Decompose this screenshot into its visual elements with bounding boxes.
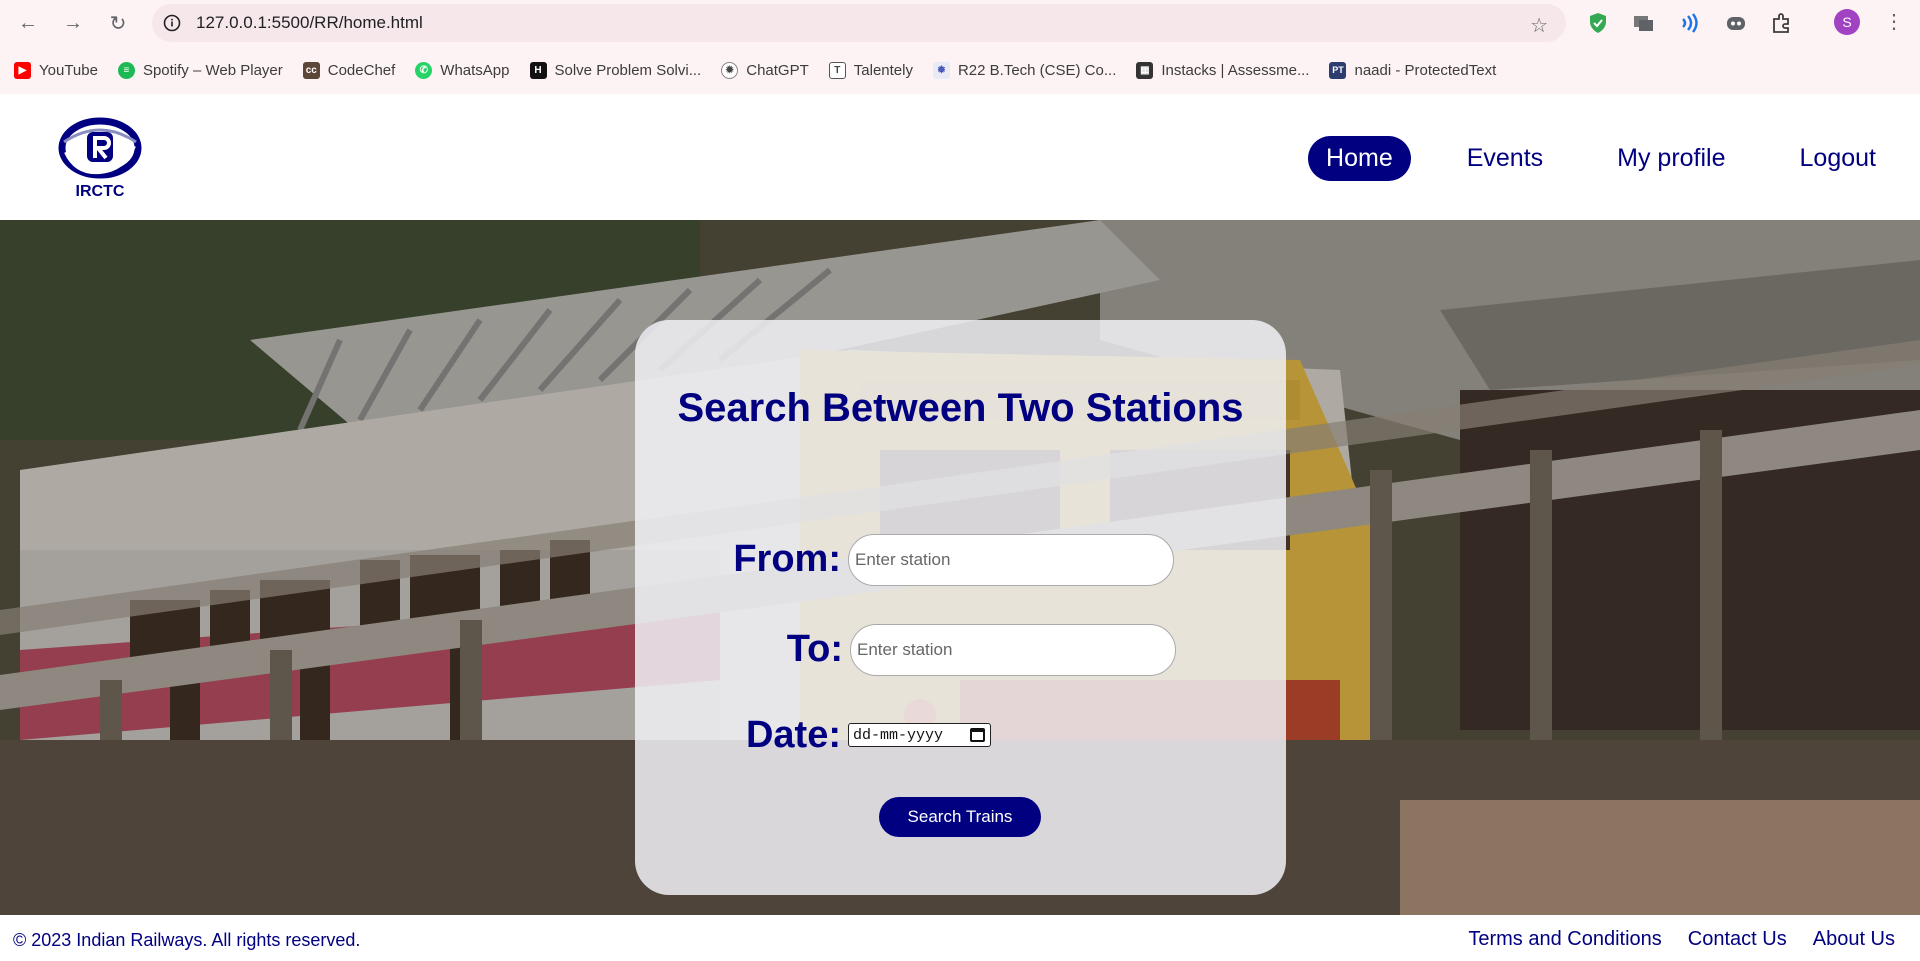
site-header: IRCTC Home Events My profile Logout — [0, 94, 1920, 220]
whatsapp-icon: ✆ — [415, 61, 433, 79]
bookmark-star-icon[interactable]: ☆ — [1530, 13, 1548, 38]
search-trains-button[interactable]: Search Trains — [879, 797, 1041, 837]
talentely-icon: T — [828, 61, 846, 79]
bookmarks-bar: ▶ YouTube ≡ Spotify – Web Player cc Code… — [0, 46, 1920, 94]
hackerrank-icon: H — [529, 61, 547, 79]
from-label: From: — [733, 538, 841, 580]
irctc-logo[interactable]: IRCTC — [56, 112, 144, 200]
protectedtext-icon: PT — [1329, 61, 1347, 79]
bookmark-hackerrank[interactable]: H Solve Problem Solvi... — [529, 61, 702, 79]
footer-about-link[interactable]: About Us — [1813, 928, 1895, 951]
bookmark-label: CodeChef — [327, 61, 396, 79]
back-icon[interactable]: ← — [10, 5, 46, 41]
search-card: Search Between Two Stations From: To: Da… — [635, 320, 1286, 895]
chatgpt-icon: ✹ — [721, 61, 739, 79]
bookmark-label: Spotify – Web Player — [142, 61, 283, 79]
bookmark-label: naadi - ProtectedText — [1354, 61, 1497, 79]
instacks-icon: ▦ — [1136, 61, 1154, 79]
bookmark-label: R22 B.Tech (CSE) Co... — [957, 61, 1117, 79]
bookmark-codechef[interactable]: cc CodeChef — [302, 61, 396, 79]
shield-extension-icon[interactable] — [1586, 11, 1610, 35]
codechef-icon: cc — [302, 61, 320, 79]
extensions-puzzle-icon[interactable] — [1770, 11, 1794, 35]
address-bar[interactable]: 127.0.0.1:5500/RR/home.html ☆ — [152, 4, 1566, 42]
bookmark-chatgpt[interactable]: ✹ ChatGPT — [721, 61, 809, 79]
calendar-icon[interactable] — [970, 728, 985, 742]
copyright-text: © 2023 Indian Railways. All rights reser… — [13, 930, 361, 950]
footer-contact-link[interactable]: Contact Us — [1688, 928, 1787, 951]
main-nav: Home Events My profile Logout — [1270, 136, 1894, 181]
profile-avatar[interactable]: S — [1834, 9, 1860, 35]
bookmark-instacks[interactable]: ▦ Instacks | Assessme... — [1136, 61, 1310, 79]
footer-links: Terms and Conditions Contact Us About Us — [1442, 928, 1895, 951]
bookmark-talentely[interactable]: T Talentely — [828, 61, 913, 79]
from-station-input[interactable] — [848, 534, 1174, 586]
bookmark-label: Talentely — [853, 61, 913, 79]
bookmark-college[interactable]: ❅ R22 B.Tech (CSE) Co... — [932, 61, 1117, 79]
robot-extension-icon[interactable] — [1724, 11, 1748, 35]
site-info-icon[interactable] — [162, 13, 182, 33]
hero-section: Search Between Two Stations From: To: Da… — [0, 220, 1920, 915]
browser-menu-icon[interactable]: ⋮ — [1884, 8, 1904, 36]
bookmark-whatsapp[interactable]: ✆ WhatsApp — [415, 61, 510, 79]
youtube-icon: ▶ — [14, 61, 31, 79]
bookmark-label: ChatGPT — [746, 61, 809, 79]
to-label: To: — [786, 628, 843, 670]
nav-my-profile[interactable]: My profile — [1599, 136, 1743, 181]
logo-text: IRCTC — [76, 183, 125, 200]
reload-icon[interactable]: ↻ — [100, 5, 136, 41]
date-input[interactable]: dd-mm-yyyy — [848, 723, 991, 747]
nav-logout[interactable]: Logout — [1782, 136, 1894, 181]
to-station-input[interactable] — [850, 624, 1176, 676]
bookmark-youtube[interactable]: ▶ YouTube — [14, 61, 98, 79]
bookmark-label: Instacks | Assessme... — [1161, 61, 1310, 79]
bookmark-label: WhatsApp — [440, 61, 510, 79]
screen-extension-icon[interactable] — [1632, 11, 1656, 35]
audio-extension-icon[interactable] — [1678, 11, 1702, 35]
bookmark-label: Solve Problem Solvi... — [554, 61, 702, 79]
college-icon: ❅ — [932, 61, 950, 79]
forward-icon[interactable]: → — [55, 5, 91, 41]
bookmark-protectedtext[interactable]: PT naadi - ProtectedText — [1329, 61, 1497, 79]
nav-events[interactable]: Events — [1449, 136, 1561, 181]
nav-home[interactable]: Home — [1308, 136, 1411, 181]
footer-terms-link[interactable]: Terms and Conditions — [1468, 928, 1661, 951]
date-label: Date: — [745, 714, 841, 756]
site-footer: © 2023 Indian Railways. All rights reser… — [0, 915, 1920, 961]
search-title: Search Between Two Stations — [677, 386, 1244, 430]
url-text: 127.0.0.1:5500/RR/home.html — [196, 13, 423, 32]
date-placeholder: dd-mm-yyyy — [853, 726, 944, 744]
browser-toolbar: ← → ↻ 127.0.0.1:5500/RR/home.html ☆ S ⋮ — [0, 0, 1920, 46]
bookmark-label: YouTube — [39, 61, 98, 79]
bookmark-spotify[interactable]: ≡ Spotify – Web Player — [117, 61, 283, 79]
spotify-icon: ≡ — [117, 61, 135, 79]
